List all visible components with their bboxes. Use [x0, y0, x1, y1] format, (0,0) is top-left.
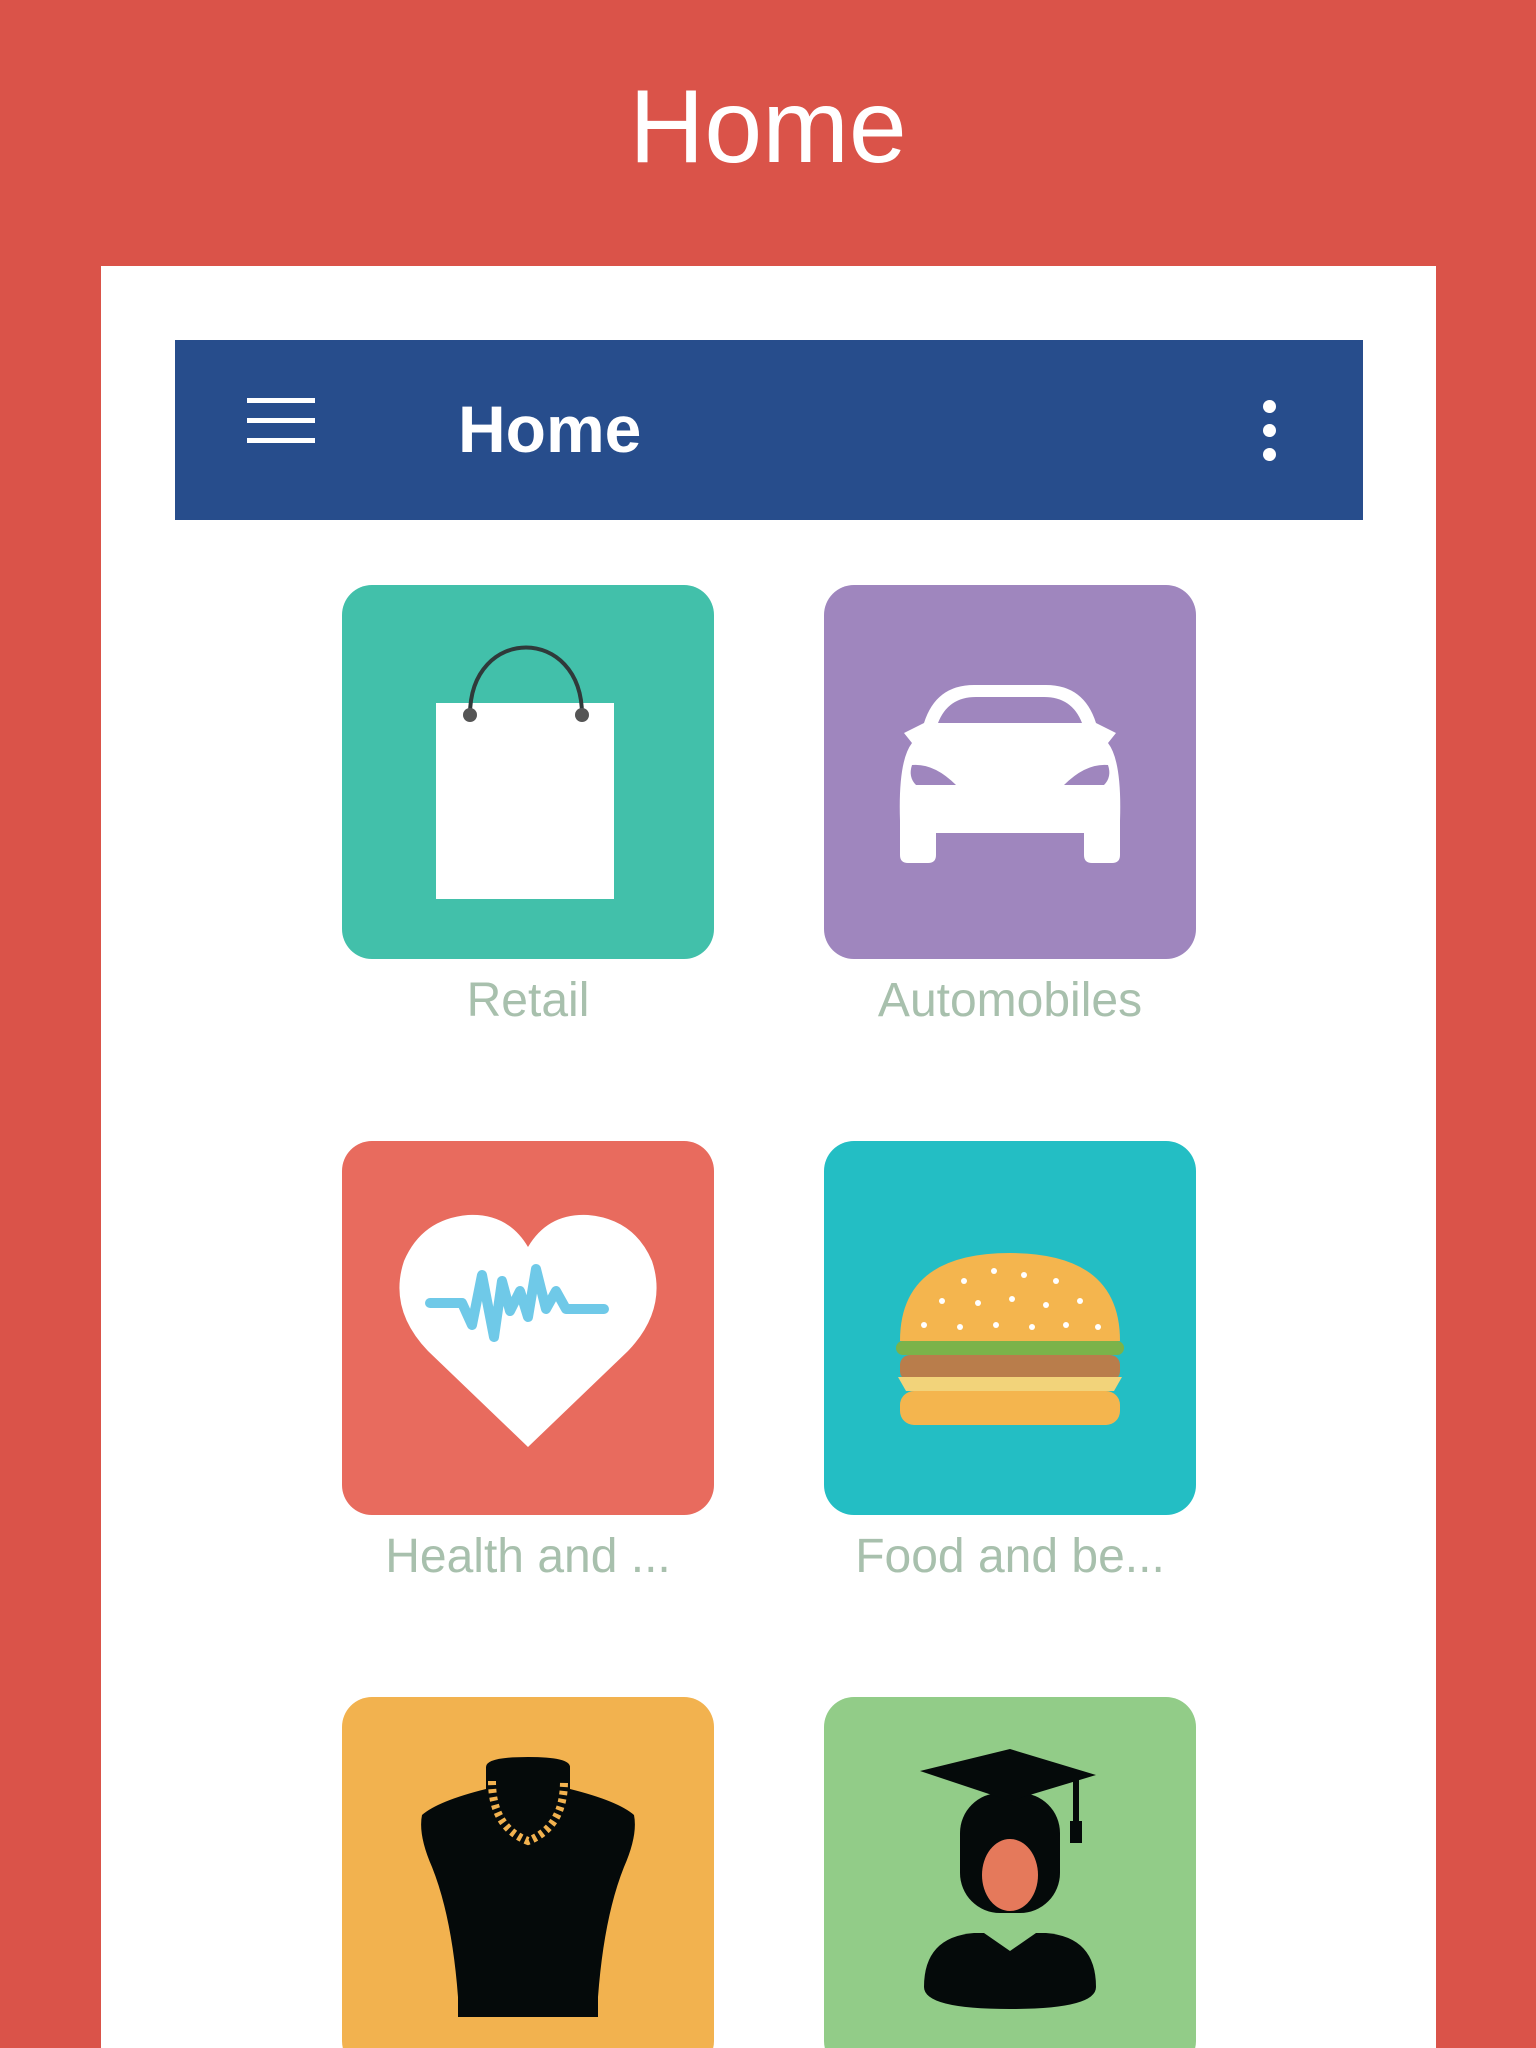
- category-tile-retail[interactable]: Retail: [342, 585, 714, 1031]
- category-label: Automobiles: [877, 974, 1143, 1027]
- category-label: Health and ...: [385, 1530, 671, 1583]
- category-tile-automobiles[interactable]: Automobiles: [824, 585, 1196, 1031]
- app-screen: Home Retail Automobiles Health and ... F…: [101, 266, 1436, 2048]
- more-options-icon[interactable]: [1249, 390, 1289, 470]
- shopping-bag-icon: [342, 585, 714, 959]
- heart-pulse-icon: [342, 1141, 714, 1515]
- category-label: Retail: [466, 974, 590, 1027]
- category-tile-education[interactable]: [824, 1697, 1196, 2048]
- necklace-icon: [342, 1697, 714, 2048]
- app-bar: Home: [175, 340, 1363, 520]
- burger-icon: [824, 1141, 1196, 1515]
- graduate-icon: [824, 1697, 1196, 2048]
- category-tile-food[interactable]: Food and be...: [824, 1141, 1196, 1587]
- category-tile-health[interactable]: Health and ...: [342, 1141, 714, 1587]
- app-bar-title: Home: [458, 392, 642, 466]
- page-title: Home: [629, 69, 907, 185]
- menu-icon[interactable]: [247, 398, 315, 458]
- car-icon: [824, 585, 1196, 959]
- category-tile-jewellery[interactable]: [342, 1697, 714, 2048]
- category-label: Food and be...: [855, 1530, 1165, 1583]
